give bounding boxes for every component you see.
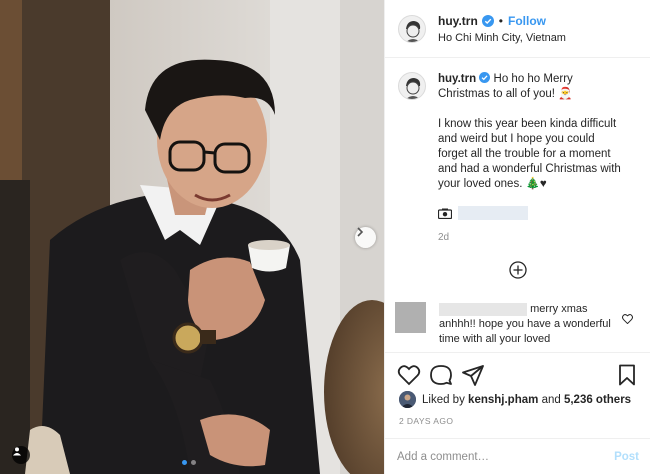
- carousel-dot: [191, 460, 196, 465]
- camera-icon: [438, 208, 452, 219]
- likes-prefix: Liked by: [422, 393, 465, 406]
- comment-text-rest: anhhh!! hope you have a wonderful time w…: [439, 318, 611, 345]
- likes-count-link[interactable]: 5,236 others: [564, 394, 631, 406]
- post-timestamp[interactable]: 2 DAYS AGO: [399, 416, 453, 426]
- blurred-commenter-name[interactable]: [439, 302, 527, 316]
- liker-avatar-image: [399, 391, 416, 408]
- comments-section[interactable]: huy.trn Ho ho ho Merry Christmas to all …: [385, 58, 650, 352]
- blurred-tag[interactable]: [458, 206, 528, 220]
- verified-badge-icon: [481, 14, 494, 27]
- carousel-dot-active: [182, 460, 187, 465]
- avatar-sketch-icon: [399, 73, 425, 99]
- comment-icon[interactable]: [429, 363, 453, 387]
- likes-summary: Liked by kenshj.pham and 5,236 others: [399, 391, 631, 408]
- author-avatar[interactable]: [398, 14, 426, 43]
- post-photo[interactable]: [0, 0, 384, 474]
- follow-button[interactable]: Follow: [508, 14, 546, 28]
- heart-icon[interactable]: [397, 363, 421, 387]
- caption-tag-row: [438, 206, 623, 220]
- avatar-sketch-icon: [399, 15, 425, 42]
- comment-item: merry xmas anhhh!! hope you have a wonde…: [395, 302, 645, 347]
- comment-input[interactable]: [397, 450, 615, 463]
- comment-text-start: merry xmas: [530, 303, 588, 315]
- chevron-right-icon: [357, 227, 364, 237]
- separator-dot: •: [498, 13, 503, 28]
- comment-heart-icon[interactable]: [622, 314, 633, 324]
- author-username[interactable]: huy.trn: [438, 14, 478, 28]
- next-slide-button[interactable]: [355, 227, 376, 248]
- action-bar: [385, 352, 650, 396]
- post-comment-button[interactable]: Post: [614, 451, 639, 463]
- post-header: huy.trn • Follow Ho Chi Minh City, Vietn…: [385, 0, 650, 58]
- post-location[interactable]: Ho Chi Minh City, Vietnam: [438, 32, 566, 44]
- share-icon[interactable]: [461, 363, 485, 387]
- commenter-avatar[interactable]: [395, 302, 426, 333]
- user-tag-button[interactable]: [12, 446, 30, 464]
- post-sidebar: huy.trn • Follow Ho Chi Minh City, Vietn…: [384, 0, 650, 474]
- carousel-indicator: [182, 460, 196, 465]
- post-caption: huy.trn Ho ho ho Merry Christmas to all …: [385, 58, 650, 245]
- liker-username[interactable]: kenshj.pham: [468, 394, 538, 406]
- photo-illustration: [0, 0, 384, 474]
- likes-middle: and: [541, 393, 561, 406]
- plus-circle-icon[interactable]: [509, 261, 527, 279]
- user-tag-icon: [13, 447, 21, 456]
- caption-avatar[interactable]: [398, 72, 426, 100]
- verified-badge-icon: [479, 72, 491, 83]
- add-comment-bar: Post: [385, 438, 650, 474]
- caption-time[interactable]: 2d: [438, 230, 623, 245]
- caption-line-2: I know this year been kinda difficult an…: [438, 118, 621, 190]
- caption-username[interactable]: huy.trn: [438, 73, 476, 85]
- bookmark-icon[interactable]: [615, 363, 639, 387]
- liker-avatar[interactable]: [399, 391, 416, 408]
